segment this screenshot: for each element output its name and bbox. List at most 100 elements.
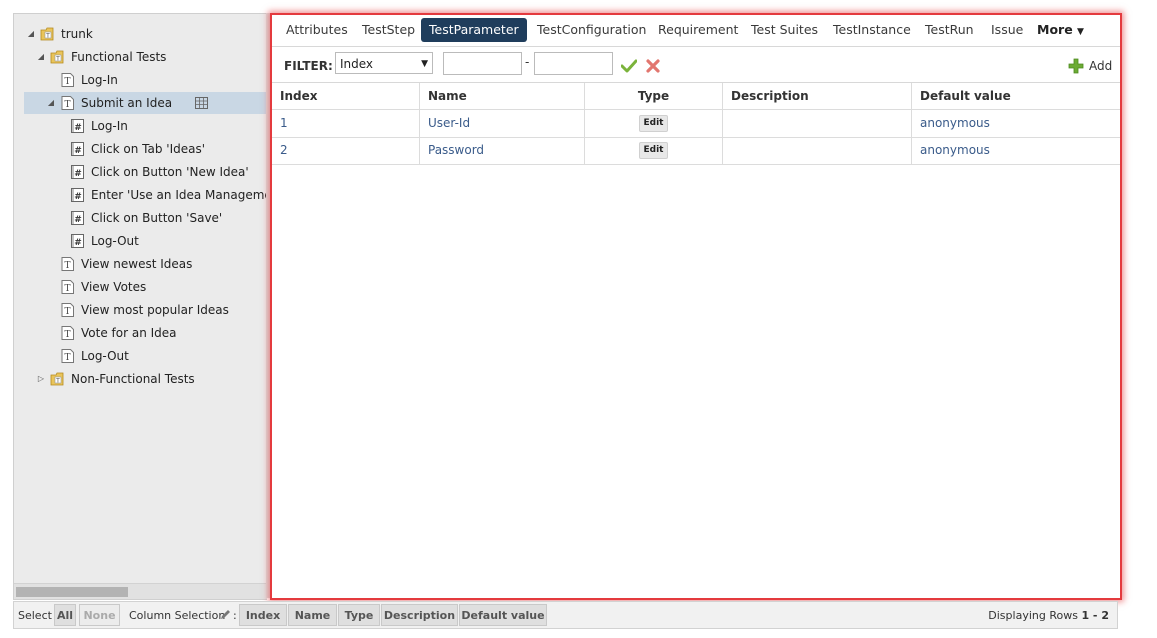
test-tree-panel: ◢Ttrunk◢TFunctional TestsTLog-In◢TSubmit… — [13, 13, 267, 600]
tree-node[interactable]: ◢TSubmit an Idea — [24, 92, 267, 114]
collapse-toggle-icon[interactable]: ◢ — [36, 46, 46, 68]
cell-index: 2 — [272, 137, 420, 164]
tab-attributes[interactable]: Attributes — [278, 18, 356, 42]
tree-node-label: Vote for an Idea — [81, 322, 177, 344]
svg-text:T: T — [64, 77, 70, 87]
cell-name[interactable]: User-Id — [420, 110, 585, 137]
cell-default-value[interactable]: anonymous — [912, 110, 1120, 137]
cell-description[interactable] — [723, 137, 912, 164]
tab-requirement[interactable]: Requirement — [650, 18, 746, 42]
tree-node[interactable]: T Vote for an Idea — [14, 322, 267, 344]
cell-type: Edit — [585, 137, 723, 164]
grid-footer: Select All None Column Selection : Index… — [13, 601, 1118, 629]
tree-node[interactable]: #Click on Tab 'Ideas' — [14, 138, 267, 160]
test-case-icon: T — [60, 72, 75, 88]
column-header-type[interactable]: Type — [585, 83, 723, 109]
tab-testrun[interactable]: TestRun — [917, 18, 982, 42]
test-case-icon: T — [60, 348, 75, 364]
check-icon[interactable] — [621, 59, 637, 73]
tree-node[interactable]: ▷ T Non-Functional Tests — [14, 368, 267, 390]
tree-scrollbar-thumb[interactable] — [16, 587, 128, 597]
tree-node[interactable]: #Click on Button 'Save' — [14, 207, 267, 229]
tree-node-label: Non-Functional Tests — [71, 368, 195, 390]
select-none-button[interactable]: None — [79, 604, 120, 626]
svg-text:#: # — [74, 238, 82, 248]
svg-text:T: T — [64, 261, 70, 271]
column-selection-label: Column Selection — [129, 609, 225, 622]
column-header-name[interactable]: Name — [420, 83, 585, 109]
tree-node-label: Log-In — [81, 69, 118, 91]
tree-node[interactable]: #Click on Button 'New Idea' — [14, 161, 267, 183]
collapse-toggle-icon[interactable]: ◢ — [46, 92, 56, 114]
tab-testinstance[interactable]: TestInstance — [825, 18, 919, 42]
test-case-icon: T — [60, 256, 75, 272]
tree-node-label: View newest Ideas — [81, 253, 192, 275]
tab-testconfiguration[interactable]: TestConfiguration — [529, 18, 654, 42]
filter-field-value: Index — [340, 57, 373, 71]
filter-label: FILTER: — [284, 59, 333, 73]
column-toggle-index[interactable]: Index — [239, 604, 287, 626]
svg-text:T: T — [64, 100, 70, 110]
column-header-default-value[interactable]: Default value — [912, 83, 1120, 109]
table-row[interactable]: 1 User-Id Edit anonymous — [272, 110, 1120, 138]
tab-bar: Attributes TestStep TestParameter TestCo… — [272, 15, 1120, 47]
tree-node[interactable]: #Log-In — [14, 115, 267, 137]
edit-type-button[interactable]: Edit — [639, 142, 669, 159]
filter-bar: FILTER: Index ▼ - Add — [272, 47, 1120, 83]
column-header-index[interactable]: Index — [272, 83, 420, 109]
tree-node[interactable]: TLog-Out — [14, 345, 267, 367]
tab-more[interactable]: More ▼ — [1029, 18, 1092, 42]
tab-teststep[interactable]: TestStep — [354, 18, 423, 42]
column-selection-colon: : — [233, 609, 237, 622]
column-toggle-description[interactable]: Description — [381, 604, 458, 626]
tree-horizontal-scrollbar[interactable] — [14, 583, 267, 599]
tree-node[interactable]: #Log-Out — [14, 230, 267, 252]
pencil-icon[interactable] — [220, 609, 231, 620]
tree-node[interactable]: ◢TFunctional Tests — [14, 46, 267, 68]
column-toggle-default-value[interactable]: Default value — [459, 604, 547, 626]
column-toggle-type[interactable]: Type — [338, 604, 380, 626]
svg-text:#: # — [74, 123, 82, 133]
tree-node[interactable]: T Log-In — [14, 69, 267, 91]
cross-icon[interactable] — [646, 59, 660, 73]
tab-testparameter[interactable]: TestParameter — [421, 18, 527, 42]
filter-range-from-input[interactable] — [443, 52, 522, 75]
tree-node-label: View Votes — [81, 276, 146, 298]
expand-toggle-icon[interactable]: ▷ — [36, 368, 46, 390]
collapse-toggle-icon[interactable]: ◢ — [26, 23, 36, 45]
table-header-row: Index Name Type Description Default valu… — [272, 83, 1120, 110]
column-header-description[interactable]: Description — [723, 83, 912, 109]
edit-type-button[interactable]: Edit — [639, 115, 669, 132]
tree-node-label: View most popular Ideas — [81, 299, 229, 321]
cell-description[interactable] — [723, 110, 912, 137]
cell-default-value[interactable]: anonymous — [912, 137, 1120, 164]
column-toggle-name[interactable]: Name — [288, 604, 337, 626]
tree-node[interactable]: ◢Ttrunk — [14, 23, 267, 45]
tree-node[interactable]: T View newest Ideas — [14, 253, 267, 275]
select-all-button[interactable]: All — [54, 604, 76, 626]
caret-down-icon: ▼ — [1077, 27, 1084, 37]
filter-field-select[interactable]: Index ▼ — [335, 52, 433, 74]
test-step-icon: # — [70, 187, 85, 203]
folder-repository-icon: T — [40, 26, 55, 42]
tab-more-label: More — [1037, 22, 1073, 37]
tree-node-label: Functional Tests — [71, 46, 166, 68]
svg-text:T: T — [55, 377, 60, 384]
test-case-icon: T — [60, 325, 75, 341]
tree-node[interactable]: TView most popular Ideas — [14, 299, 267, 321]
cell-type: Edit — [585, 110, 723, 137]
table-row[interactable]: 2 Password Edit anonymous — [272, 137, 1120, 165]
plus-icon — [1068, 58, 1084, 74]
cell-name[interactable]: Password — [420, 137, 585, 164]
svg-text:T: T — [64, 284, 70, 294]
filter-range-to-input[interactable] — [534, 52, 613, 75]
tab-test-suites[interactable]: Test Suites — [743, 18, 826, 42]
tree-node[interactable]: #Enter 'Use an Idea Management — [14, 184, 267, 206]
grid-icon[interactable] — [194, 95, 209, 111]
tree-node[interactable]: T View Votes — [14, 276, 267, 298]
svg-text:#: # — [74, 192, 82, 202]
tab-issue[interactable]: Issue — [983, 18, 1031, 42]
svg-text:#: # — [74, 146, 82, 156]
svg-text:T: T — [64, 330, 70, 340]
test-step-icon: # — [70, 233, 85, 249]
